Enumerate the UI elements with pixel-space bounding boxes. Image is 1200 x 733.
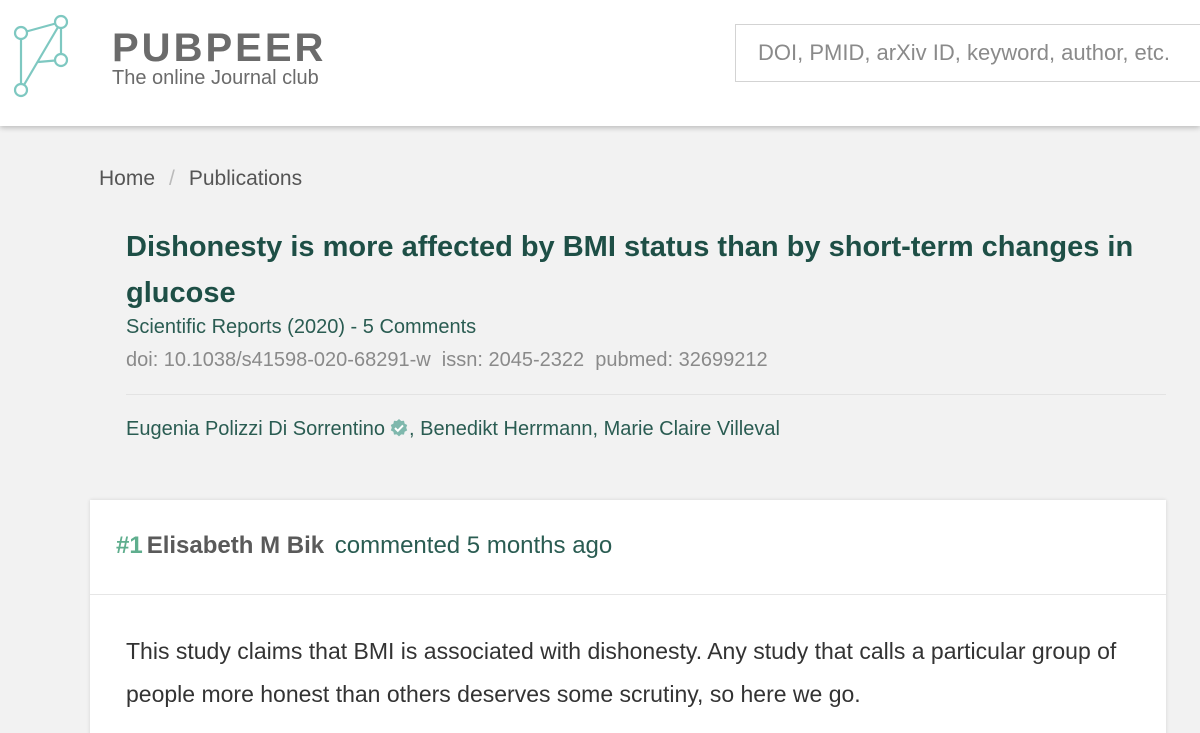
brand-tagline: The online Journal club — [112, 67, 319, 89]
comment-author[interactable]: Elisabeth M Bik — [147, 532, 324, 559]
pubpeer-logo-icon[interactable] — [8, 12, 74, 102]
comment-body: This study claims that BMI is associated… — [126, 638, 1117, 707]
divider — [126, 394, 1166, 395]
breadcrumb-home-link[interactable]: Home — [99, 167, 155, 190]
breadcrumb: Home / Publications — [99, 167, 302, 191]
author-link[interactable]: Eugenia Polizzi Di Sorrentino — [126, 418, 385, 440]
site-header: PUBPEER The online Journal club — [0, 0, 1200, 126]
verified-check-icon — [390, 419, 408, 437]
brand-name[interactable]: PUBPEER — [112, 26, 326, 71]
publication-identifiers: doi: 10.1038/s41598-020-68291-w issn: 20… — [126, 349, 768, 371]
author-links-rest[interactable]: , Benedikt Herrmann, Marie Claire Villev… — [409, 418, 780, 440]
search-input[interactable] — [735, 24, 1200, 82]
comment-number[interactable]: #1 — [116, 532, 143, 559]
author-list: Eugenia Polizzi Di Sorrentino , Benedikt… — [126, 418, 780, 441]
comment-heading: #1 Elisabeth M Bik commented 5 months ago — [116, 532, 612, 560]
publication-title[interactable]: Dishonesty is more affected by BMI statu… — [126, 224, 1166, 316]
comment-timestamp[interactable]: commented 5 months ago — [335, 532, 613, 559]
breadcrumb-publications-link[interactable]: Publications — [189, 167, 302, 190]
publication-journal-line: Scientific Reports (2020) - 5 Comments — [126, 316, 477, 338]
breadcrumb-separator: / — [169, 167, 175, 190]
comment-header: #1 Elisabeth M Bik commented 5 months ago — [90, 500, 1166, 595]
comment-card: #1 Elisabeth M Bik commented 5 months ago… — [90, 500, 1166, 733]
